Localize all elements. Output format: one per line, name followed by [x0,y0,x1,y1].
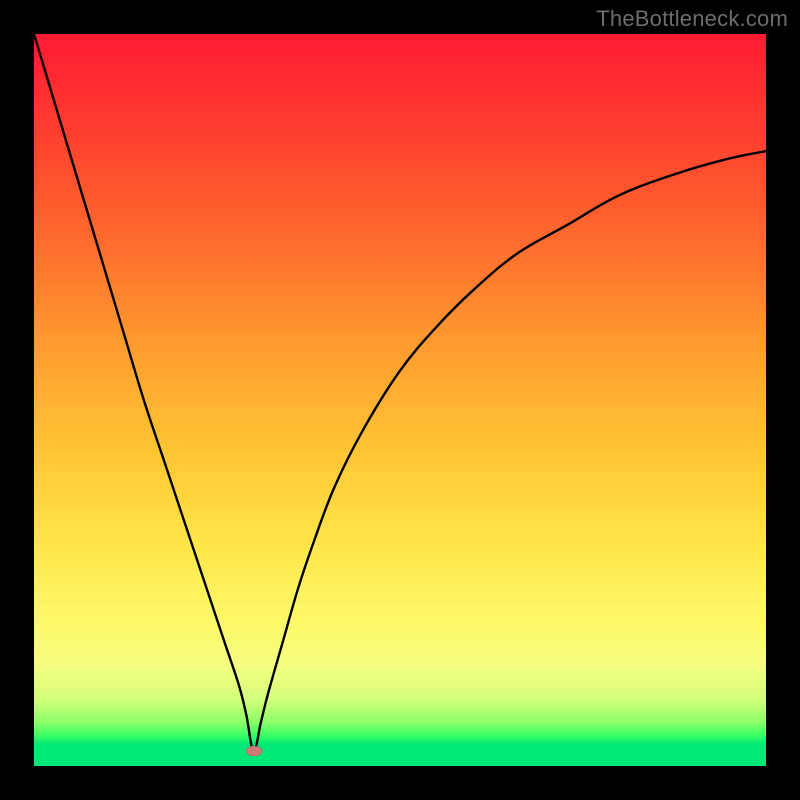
watermark-text: TheBottleneck.com [596,6,788,32]
bottleneck-curve [34,34,766,766]
chart-frame: TheBottleneck.com [0,0,800,800]
plot-area [34,34,766,766]
minimum-marker [246,746,262,756]
